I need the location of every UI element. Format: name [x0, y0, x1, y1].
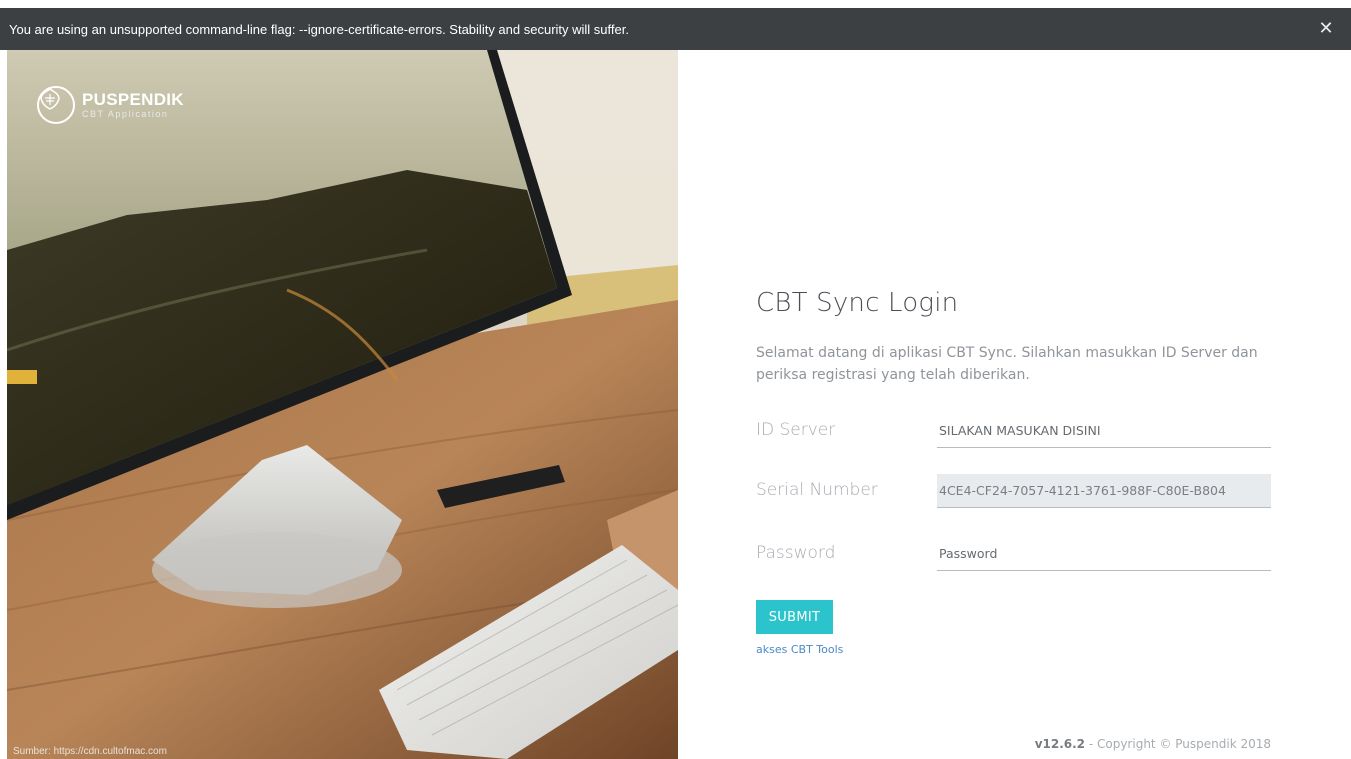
page-title: CBT Sync Login: [756, 288, 959, 318]
copyright-text: - Copyright © Puspendik 2018: [1085, 737, 1271, 751]
id-server-label: ID Server: [756, 420, 836, 440]
app-window: You are using an unsupported command-lin…: [0, 0, 1351, 759]
hero-image-panel: PUSPENDIK CBT Application Sumber: https:…: [7, 50, 678, 759]
password-row: Password: [756, 537, 1271, 573]
login-description: Selamat datang di aplikasi CBT Sync. Sil…: [756, 345, 1258, 383]
login-panel: CBT Sync Login Selamat datang di aplikas…: [678, 50, 1351, 759]
emblem-icon: [37, 86, 75, 124]
password-label: Password: [756, 543, 836, 563]
version-label: v12.6.2: [1034, 737, 1086, 751]
close-icon[interactable]: ✕: [1317, 19, 1335, 37]
logo-title: PUSPENDIK: [82, 89, 184, 109]
logo-subtitle: CBT Application: [82, 108, 169, 119]
id-server-input[interactable]: [937, 414, 1271, 448]
serial-number-label: Serial Number: [756, 480, 878, 500]
puspendik-logo: PUSPENDIK CBT Application: [37, 86, 184, 124]
unsupported-flag-infobar: You are using an unsupported command-lin…: [0, 8, 1351, 50]
cbt-tools-link[interactable]: akses CBT Tools: [756, 643, 843, 656]
serial-number-row: Serial Number: [756, 474, 1271, 510]
infobar-message: You are using an unsupported command-lin…: [9, 21, 629, 37]
image-source-caption: Sumber: https://cdn.cultofmac.com: [13, 746, 167, 757]
desk-scene-illustration: [7, 50, 678, 759]
copyright-footer: v12.6.2 - Copyright © Puspendik 2018: [1035, 737, 1271, 751]
password-input[interactable]: [937, 537, 1271, 571]
serial-number-input[interactable]: [937, 474, 1271, 508]
submit-button[interactable]: SUBMIT: [756, 600, 833, 634]
id-server-row: ID Server: [756, 414, 1271, 450]
